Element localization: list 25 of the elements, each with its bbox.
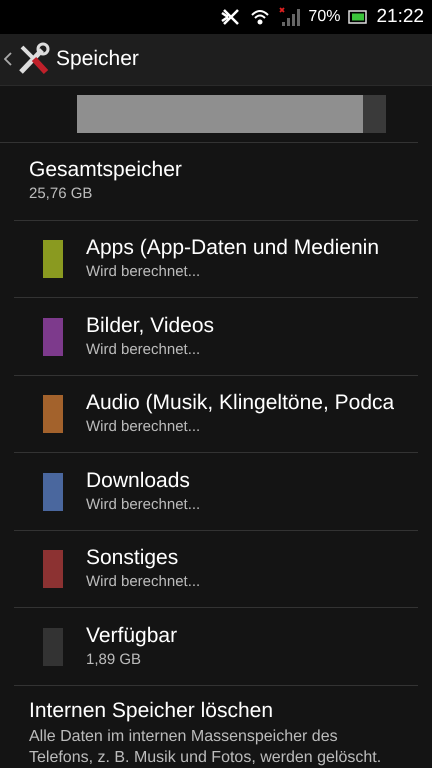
- clock: 21:22: [376, 4, 424, 29]
- battery-percent: 70%: [308, 6, 340, 27]
- category-value: Wird berechnet...: [86, 417, 202, 438]
- total-value: 25,76 GB: [29, 184, 94, 204]
- total-label: Gesamtspeicher: [29, 157, 183, 184]
- category-value: Wird berechnet...: [86, 262, 202, 282]
- category-name: Verfügbar: [86, 622, 178, 649]
- category-name: Apps (App-Daten und Medienin: [86, 234, 380, 261]
- category-name: Bilder, Videos: [86, 312, 214, 339]
- tools-icon: [16, 42, 50, 76]
- battery-icon: [348, 8, 368, 25]
- category-value: 1,89 GB: [86, 650, 142, 670]
- erase-title[interactable]: Internen Speicher löschen: [29, 698, 403, 724]
- category-name: Audio (Musik, Klingeltöne, Podca: [86, 390, 394, 416]
- back-button[interactable]: [4, 42, 50, 76]
- signal-icon: [278, 6, 300, 27]
- wifi-icon: [250, 8, 270, 26]
- category-value: Wird berechnet...: [86, 494, 200, 515]
- category-name: Sonstiges: [86, 545, 180, 572]
- category-value: Wird berechnet...: [86, 572, 200, 592]
- chevron-left-icon: [4, 52, 12, 66]
- screen-title: Speicher: [56, 46, 139, 72]
- category-name: Downloads: [86, 468, 191, 494]
- erase-description: Alle Daten im internen Massenspeicher des Telefons, z. B. Musik und Fotos, werden gelöscht.: [29, 727, 382, 768]
- category-value: Wird berechnet...: [86, 340, 202, 360]
